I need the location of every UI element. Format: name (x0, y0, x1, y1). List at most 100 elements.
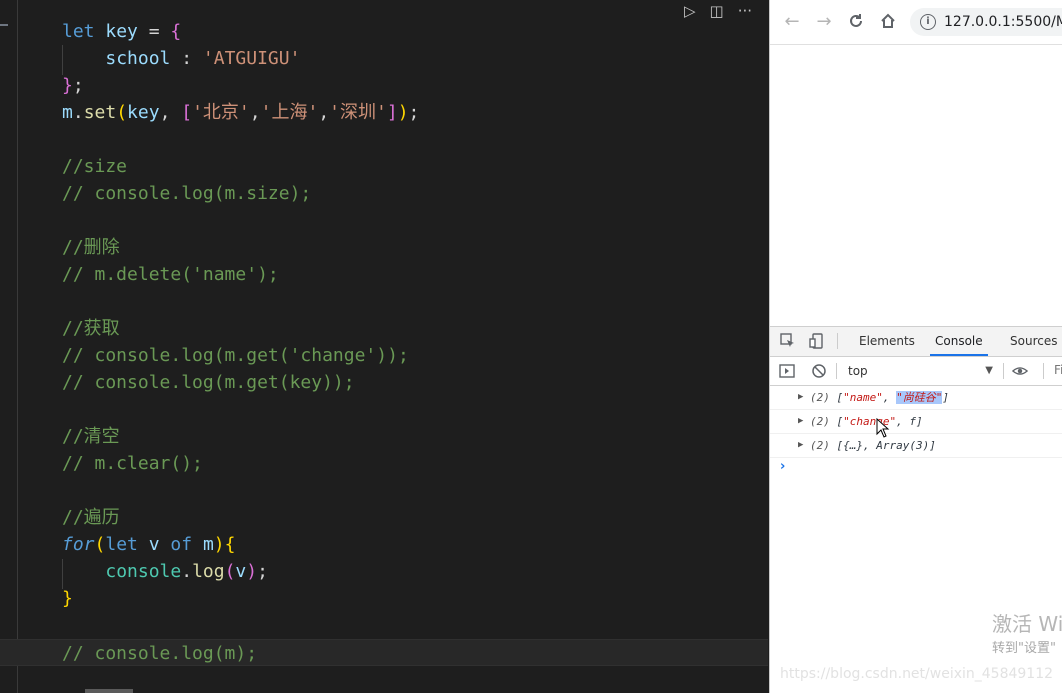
code-token: of (170, 534, 193, 555)
tab-sources[interactable]: Sources (1010, 327, 1057, 356)
code-token: } (62, 588, 73, 609)
device-toolbar-icon[interactable] (809, 333, 825, 349)
code-token: // m.clear(); (62, 453, 203, 474)
horizontal-scrollbar[interactable] (85, 689, 133, 693)
fold-indicator (0, 24, 8, 26)
code-line[interactable]: school : 'ATGUIGU' (62, 45, 300, 72)
code-line[interactable]: let key = { (62, 18, 181, 45)
code-token: , (249, 102, 261, 123)
code-line[interactable]: //删除 (62, 234, 120, 261)
code-token: ) (246, 561, 258, 582)
console-row[interactable]: ▶ (2) ["change", f] (770, 410, 1062, 434)
code-token: } (62, 75, 73, 96)
code-token: v (235, 561, 247, 582)
home-icon[interactable] (877, 10, 899, 32)
code-token: console (105, 561, 182, 582)
console-prompt[interactable]: › (780, 459, 785, 474)
code-token: [ (181, 102, 193, 123)
code-token: //清空 (62, 426, 120, 447)
console-toolbar: top ▼ Fi (770, 357, 1062, 386)
dropdown-arrow-icon: ▼ (985, 365, 993, 376)
editor-actions: ▷ ◫ ··· (684, 0, 752, 22)
code-line[interactable]: // console.log(m); (0, 639, 768, 666)
code-token: . (72, 102, 84, 123)
activation-watermark-title: 激活 Wi (992, 612, 1062, 636)
code-line[interactable]: for(let v of m){ (62, 531, 235, 558)
show-sidebar-icon[interactable] (779, 363, 795, 379)
code-token: ] (386, 102, 398, 123)
code-token: '上海' (260, 102, 319, 123)
live-expression-eye-icon[interactable] (1012, 363, 1028, 379)
filter-input[interactable]: Fi (1054, 363, 1062, 377)
code-token: { (224, 534, 236, 555)
code-token: , (159, 102, 182, 123)
code-token: . (181, 561, 193, 582)
code-line[interactable]: }; (62, 72, 84, 99)
code-token: // console.log(m.get('change')); (62, 345, 409, 366)
console-row[interactable]: ▶ (2) [{…}, Array(3)] (770, 434, 1062, 458)
clear-console-icon[interactable] (811, 363, 827, 379)
code-line[interactable]: } (62, 585, 73, 612)
code-token: m (62, 102, 73, 123)
reload-icon[interactable] (845, 10, 867, 32)
code-token: log (192, 561, 225, 582)
mouse-cursor-icon (876, 418, 890, 438)
expand-triangle-icon[interactable]: ▶ (798, 410, 803, 433)
arrow-left-icon[interactable]: ← (781, 10, 803, 32)
code-line[interactable]: // console.log(m.get('change')); (62, 342, 409, 369)
blog-watermark: https://blog.csdn.net/weixin_45849112 (780, 666, 1054, 682)
code-token: key (105, 21, 138, 42)
expand-triangle-icon[interactable]: ▶ (798, 434, 803, 457)
code-token: v (148, 534, 160, 555)
code-editor[interactable]: let key = { school : 'ATGUIGU'}; m.set(ke… (0, 0, 768, 693)
code-token: 'ATGUIGU' (202, 48, 301, 69)
code-token: // console.log(m.get(key)); (62, 372, 355, 393)
site-info-icon[interactable]: i (920, 14, 936, 30)
tab-console[interactable]: Console (930, 327, 988, 356)
code-token: //size (62, 156, 128, 177)
more-actions-button[interactable]: ··· (738, 2, 752, 20)
activation-watermark-sub: 转到"设置" (992, 641, 1056, 656)
address-bar[interactable]: i 127.0.0.1:5500/Ma (910, 8, 1062, 36)
code-token: //获取 (62, 318, 120, 339)
code-token: ) (213, 534, 225, 555)
code-line[interactable]: //获取 (62, 315, 120, 342)
play-icon[interactable]: ▷ (684, 2, 696, 20)
code-line[interactable]: m.set(key, ['北京','上海','深圳']); (62, 99, 419, 126)
code-line[interactable]: console.log(v); (62, 558, 268, 585)
code-line[interactable]: //size (62, 153, 127, 180)
inspect-element-icon[interactable] (780, 333, 796, 349)
tab-elements[interactable]: Elements (859, 327, 915, 356)
gutter-border (17, 0, 18, 693)
code-token: { (170, 21, 182, 42)
code-line[interactable]: // m.clear(); (62, 450, 203, 477)
context-selector[interactable]: top ▼ (848, 361, 993, 381)
toolbar-divider (1043, 363, 1044, 379)
toolbar-divider (1003, 363, 1004, 379)
code-token: let (105, 534, 138, 555)
code-line[interactable]: // console.log(m.size); (62, 180, 311, 207)
code-line[interactable]: //清空 (62, 423, 120, 450)
code-token: '北京' (192, 102, 250, 123)
code-line[interactable]: // console.log(m.get(key)); (62, 369, 355, 396)
code-token: set (83, 102, 117, 123)
browser-toolbar: ← → i 127.0.0.1:5500/Ma (770, 0, 1062, 45)
code-token: key (127, 102, 160, 123)
code-token: //删除 (62, 237, 120, 258)
code-token: ; (72, 75, 84, 96)
code-token: = (137, 21, 171, 42)
code-token: school (105, 48, 171, 69)
split-editor-icon[interactable]: ◫ (710, 2, 724, 20)
code-line[interactable]: //遍历 (62, 504, 120, 531)
code-token: ; (408, 102, 420, 123)
code-token: ( (116, 102, 128, 123)
code-token: ) (397, 102, 409, 123)
code-line[interactable]: // m.delete('name'); (62, 261, 279, 288)
expand-triangle-icon[interactable]: ▶ (798, 386, 803, 409)
console-row[interactable]: ▶ (2) ["name", "尚硅谷"] (770, 386, 1062, 410)
arrow-right-icon[interactable]: → (813, 10, 835, 32)
